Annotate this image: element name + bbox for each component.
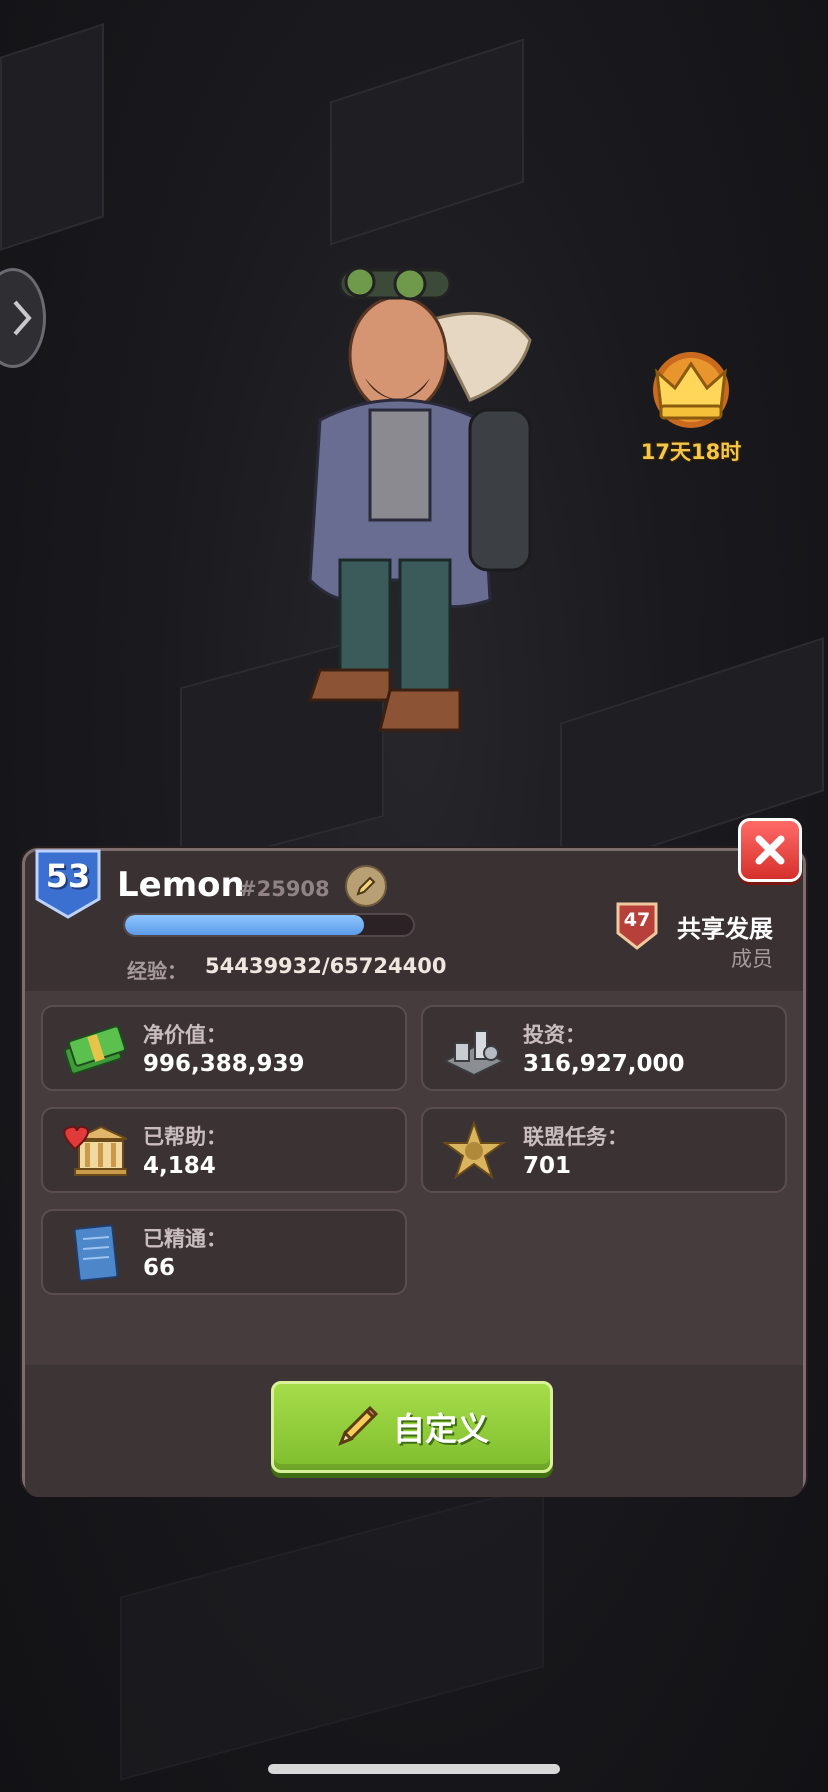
close-icon: [755, 835, 785, 865]
background-building: [0, 23, 104, 251]
sheriff-star-icon: [441, 1119, 507, 1180]
xp-value: 54439932/65724400: [205, 954, 447, 978]
close-button[interactable]: [738, 818, 802, 882]
cash-stack-icon: [64, 1025, 126, 1075]
background-building: [120, 1483, 544, 1781]
xp-progress-bar: [123, 913, 415, 937]
xp-progress-fill: [125, 915, 365, 935]
edit-name-button[interactable]: [345, 865, 387, 907]
stat-mastered[interactable]: 已精通： 66: [41, 1209, 407, 1295]
stats-grid: 净价值： 996,388,939 投资： 316,927,000 已帮助： 4,…: [25, 991, 803, 1497]
stat-label: 联盟任务：: [523, 1125, 628, 1149]
chevron-right-icon: [13, 300, 32, 336]
customize-button[interactable]: 自定义: [271, 1381, 553, 1473]
pencil-icon: [356, 876, 376, 896]
stat-label: 已精通：: [143, 1227, 227, 1251]
level-badge: 53: [33, 847, 103, 919]
stat-value: 996,388,939: [143, 1051, 305, 1077]
alliance-role: 成员: [731, 947, 773, 971]
player-id: #25908: [239, 877, 330, 901]
crown-timer: 17天18时: [640, 440, 742, 464]
crown-status[interactable]: 17天18时: [636, 350, 746, 466]
bank-heart-icon: [63, 1125, 127, 1176]
stat-label: 净价值：: [143, 1023, 227, 1047]
stat-label: 已帮助：: [143, 1125, 227, 1149]
stat-label: 投资：: [523, 1023, 586, 1047]
profile-header: 53 Lemon #25908 经验： 54439932/65724400 47…: [25, 849, 803, 991]
stat-investment[interactable]: 投资： 316,927,000: [421, 1005, 787, 1091]
stat-value: 316,927,000: [523, 1051, 685, 1077]
crown-icon: [653, 352, 729, 428]
factory-icon: [442, 1030, 506, 1077]
player-level: 53: [45, 857, 91, 895]
player-avatar[interactable]: [280, 260, 540, 800]
alliance-level: 47: [623, 909, 651, 931]
customize-label: 自定义: [392, 1410, 489, 1448]
stat-helped[interactable]: 已帮助： 4,184: [41, 1107, 407, 1193]
alliance-name[interactable]: 共享发展: [677, 909, 773, 944]
blueprint-icon: [73, 1224, 119, 1282]
stat-value: 701: [523, 1153, 572, 1179]
profile-panel: 53 Lemon #25908 经验： 54439932/65724400 47…: [22, 848, 806, 1497]
stat-value: 4,184: [143, 1153, 216, 1179]
background-building: [330, 38, 524, 246]
player-name: Lemon: [117, 865, 245, 905]
side-nav-button[interactable]: [0, 268, 46, 368]
pencil-icon: [338, 1405, 379, 1446]
home-indicator[interactable]: [268, 1764, 560, 1774]
stat-alliance-tasks[interactable]: 联盟任务： 701: [421, 1107, 787, 1193]
xp-label: 经验：: [127, 959, 187, 983]
stat-value: 66: [143, 1255, 176, 1281]
stat-net-worth[interactable]: 净价值： 996,388,939: [41, 1005, 407, 1091]
